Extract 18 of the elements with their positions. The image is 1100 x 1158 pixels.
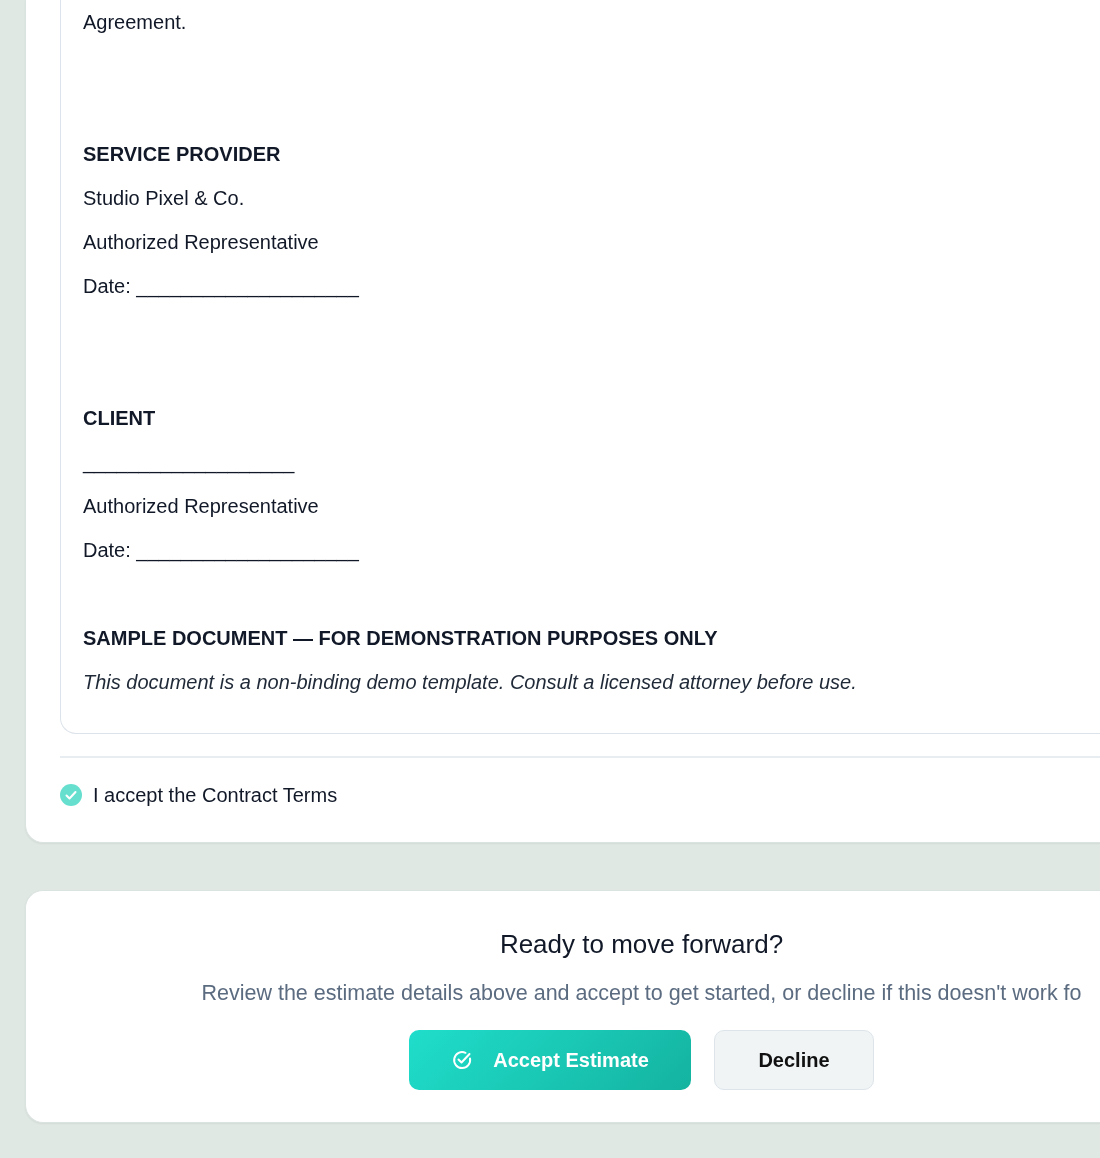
document-text: Agreement. [83, 10, 188, 35]
signature-text: Date: ____________________ [83, 274, 360, 300]
signature-text: Authorized Representative [83, 494, 320, 519]
cta-title: Ready to move forward? [499, 928, 784, 961]
notice-heading: SAMPLE DOCUMENT — FOR DEMONSTRATION PURPOSES ONLY [83, 626, 719, 651]
check-icon [64, 788, 78, 802]
checkbox-label: I accept the Contract Terms [93, 783, 338, 807]
signature-text: Date: ____________________ [83, 538, 360, 564]
check-circle-icon [451, 1049, 474, 1071]
signature-text: Authorized Representative [83, 230, 320, 255]
disclaimer-text: This document is a non-binding demo template. Consult a licensed attorney before use. [83, 670, 858, 695]
signature-text: ___________________ [83, 450, 296, 476]
decline-button[interactable]: Decline [714, 1030, 874, 1090]
section-heading: SERVICE PROVIDER [83, 142, 282, 167]
cta-text: Review the estimate details above and accept to get started, or decline if this doesn't work fo [201, 981, 1082, 1006]
accept-checkbox[interactable] [60, 784, 82, 806]
section-heading: CLIENT [83, 406, 157, 431]
signature-text: Studio Pixel & Co. [83, 186, 246, 211]
